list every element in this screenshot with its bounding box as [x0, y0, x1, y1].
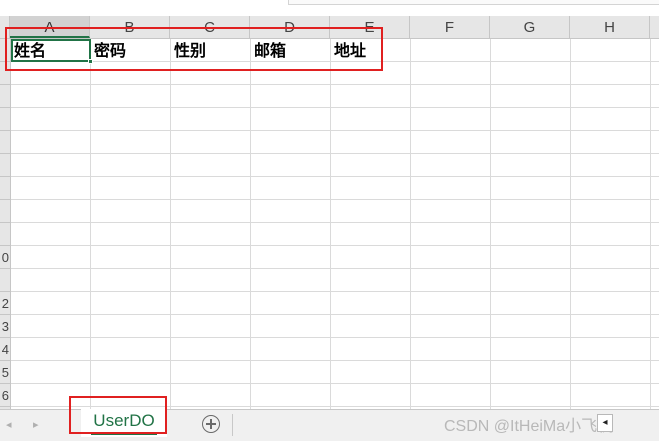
sheet-nav-next-icon[interactable]: ▸ [33, 418, 39, 431]
cell-b1[interactable]: 密码 [91, 39, 171, 62]
row-header[interactable] [0, 39, 10, 62]
column-header-f[interactable]: F [410, 16, 490, 38]
toolbar-edge [0, 0, 659, 16]
row-header[interactable]: 3 [0, 315, 10, 338]
formula-bar-edge [288, 0, 659, 5]
add-sheet-icon[interactable] [202, 415, 220, 433]
spreadsheet-window: A B C D E F G H 0 2 3 4 5 6 姓名 密码 性别 邮箱 … [0, 0, 659, 441]
row-header-column: 0 2 3 4 5 6 [0, 39, 11, 409]
sheet-tab-bar: ◂ ▸ UserDO [0, 409, 659, 441]
row-header[interactable]: 2 [0, 292, 10, 315]
sheet-tab-userdo[interactable]: UserDO [81, 409, 167, 437]
column-header-c[interactable]: C [170, 16, 250, 38]
cell-a1[interactable]: 姓名 [11, 39, 91, 62]
row-header[interactable] [0, 108, 10, 131]
scroll-left-icon[interactable]: ◂ [597, 414, 613, 432]
column-header-h[interactable]: H [570, 16, 650, 38]
column-header-g[interactable]: G [490, 16, 570, 38]
select-all-corner[interactable] [0, 16, 10, 38]
column-header-b[interactable]: B [90, 16, 170, 38]
fill-handle[interactable] [88, 59, 93, 64]
cell-e1[interactable]: 地址 [331, 39, 411, 62]
row-header[interactable] [0, 177, 10, 200]
tab-bar-divider [232, 414, 233, 436]
active-tab-underline [91, 433, 157, 435]
column-header-a[interactable]: A [10, 16, 90, 38]
row-header[interactable] [0, 85, 10, 108]
row-header[interactable]: 0 [0, 246, 10, 269]
row-header[interactable] [0, 154, 10, 177]
row-header[interactable]: 6 [0, 384, 10, 407]
row-header[interactable] [0, 223, 10, 246]
column-header-e[interactable]: E [330, 16, 410, 38]
row-header[interactable] [0, 269, 10, 292]
sheet-tab-label: UserDO [93, 411, 155, 430]
cell-d1[interactable]: 邮箱 [251, 39, 331, 62]
column-header-d[interactable]: D [250, 16, 330, 38]
row-header[interactable]: 4 [0, 338, 10, 361]
sheet-nav-prev-icon[interactable]: ◂ [6, 418, 12, 431]
row-header[interactable] [0, 62, 10, 85]
cell-c1[interactable]: 性别 [171, 39, 251, 62]
row-header[interactable] [0, 131, 10, 154]
row-header[interactable]: 5 [0, 361, 10, 384]
row-header[interactable] [0, 200, 10, 223]
cell-grid[interactable]: 姓名 密码 性别 邮箱 地址 [11, 39, 659, 409]
column-header-row: A B C D E F G H [0, 16, 659, 39]
